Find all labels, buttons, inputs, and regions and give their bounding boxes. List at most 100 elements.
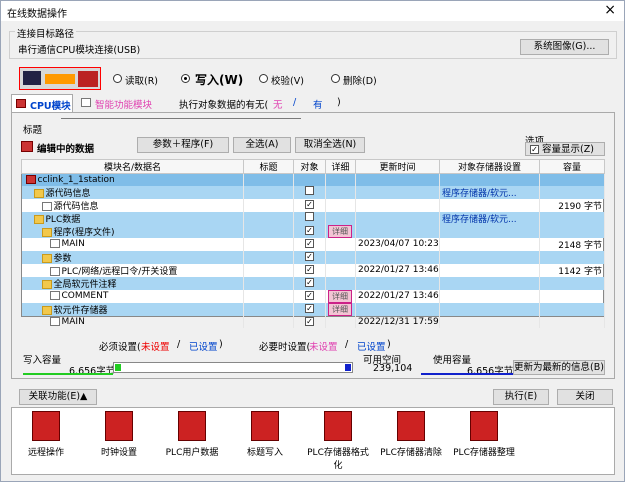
update-info-button[interactable]: 更新为最新的信息(B)	[513, 360, 605, 375]
verify-label: 校验(V)	[271, 76, 304, 87]
table-row[interactable]: PLC/网络/远程口令/开关设置 ✓ 2022/01/27 13:46:22 1142…	[21, 263, 605, 277]
table-row[interactable]: 参数 ✓	[21, 250, 605, 264]
row-target-cell	[293, 211, 326, 225]
row-size	[539, 185, 605, 199]
table-row[interactable]: MAIN ✓ 2023/04/07 10:23:14 2148 字节	[21, 237, 605, 251]
row-target-cell: ✓	[293, 315, 326, 328]
row-name-cell: PLC/网络/远程口令/开关设置	[21, 263, 244, 277]
row-size	[539, 289, 605, 303]
tab-cpu[interactable]: CPU模块	[11, 94, 73, 112]
row-name-cell: COMMENT	[21, 289, 244, 303]
close-icon[interactable]: ×	[604, 2, 616, 18]
window-title: 在线数据操作	[7, 9, 67, 20]
row-target-cell: ✓	[293, 224, 326, 238]
row-time	[355, 224, 440, 238]
plc-tool-icon	[470, 411, 498, 441]
column-header[interactable]: 标题	[243, 159, 294, 174]
row-target-checkbox[interactable]: ✓	[305, 252, 314, 261]
row-target-checkbox[interactable]: ✓	[305, 316, 314, 326]
row-target-checkbox[interactable]: ✓	[305, 239, 314, 248]
tab-cpu-label: CPU模块	[30, 101, 71, 112]
row-target-checkbox[interactable]	[305, 212, 314, 221]
related-functions-button[interactable]: 关联功能(E)▲	[19, 389, 97, 405]
row-target-cell: ✓	[293, 276, 326, 290]
execute-button[interactable]: 执行(E)	[493, 389, 549, 405]
column-header[interactable]: 详细	[325, 159, 356, 174]
row-name: PLC数据	[45, 214, 81, 225]
table-row[interactable]: 源代码信息 程序存储器/软元...	[21, 185, 605, 199]
table-row[interactable]: 全局软元件注释 ✓	[21, 276, 605, 290]
row-storage[interactable]: 程序存储器/软元...	[439, 211, 540, 225]
tool-item[interactable]: PLC用户数据	[157, 411, 227, 458]
close-button[interactable]: 关闭	[557, 389, 613, 405]
table-row[interactable]: 源代码信息 ✓ 2190 字节	[21, 198, 605, 212]
row-size	[539, 211, 605, 225]
params-program-button[interactable]: 参数＋程序(F)	[137, 137, 229, 153]
capacity-display-checkbox[interactable]: ✓	[530, 145, 539, 154]
row-time: 2022/01/27 13:46:22	[355, 263, 440, 277]
row-detail-button[interactable]: 详细	[328, 289, 352, 303]
plc-tool-icon	[251, 411, 279, 441]
capacity-display-toggle[interactable]: ✓ 容量显示(Z)	[525, 142, 605, 156]
row-size: 2190 字节	[539, 198, 605, 212]
column-header[interactable]: 更新时间	[355, 159, 440, 174]
row-target-checkbox[interactable]: ✓	[305, 200, 314, 209]
table-row[interactable]: MAIN ✓ 2022/12/31 17:59:54	[21, 315, 605, 328]
row-detail-button[interactable]: 详细	[328, 302, 352, 316]
row-target-checkbox[interactable]: ✓	[305, 304, 314, 313]
title-input[interactable]	[61, 118, 301, 132]
system-image-button[interactable]: 系统图像(G)...	[520, 39, 609, 55]
row-size	[539, 302, 605, 316]
row-time	[355, 185, 440, 199]
table-row[interactable]: COMMENT ✓ 详细2022/01/27 13:46:22	[21, 289, 605, 303]
delete-radio[interactable]	[331, 74, 340, 83]
row-name-cell: MAIN	[21, 237, 244, 251]
row-target-checkbox[interactable]: ✓	[305, 265, 314, 274]
row-storage[interactable]: 程序存储器/软元...	[439, 185, 540, 199]
exec-no: 无	[273, 100, 283, 111]
used-capacity-label: 使用容量	[433, 355, 472, 366]
required-not-set: 未设置	[141, 342, 170, 353]
column-header[interactable]: 模块名/数据名	[21, 159, 244, 174]
tab-smart[interactable]: 智能功能模块	[77, 95, 167, 111]
exec-yes: 有	[313, 100, 323, 111]
column-header[interactable]: 容量	[539, 159, 605, 174]
row-title-cell	[243, 302, 294, 316]
tool-item[interactable]: PLC存储器格式化	[303, 411, 373, 471]
row-detail-button[interactable]: 详细	[328, 224, 352, 238]
select-all-button[interactable]: 全选(A)	[233, 137, 291, 153]
row-name: PLC/网络/远程口令/开关设置	[61, 266, 178, 277]
tool-item[interactable]: PLC存储器整理	[449, 411, 519, 458]
row-name: 源代码信息	[45, 188, 91, 199]
table-row[interactable]: 程序(程序文件) ✓ 详细	[21, 224, 605, 238]
row-title-cell	[243, 198, 294, 212]
table-row[interactable]: cclink_1_1station	[21, 173, 605, 186]
row-target-checkbox[interactable]: ✓	[305, 226, 314, 235]
table-row[interactable]: 软元件存储器 ✓ 详细	[21, 302, 605, 316]
row-detail-cell	[325, 173, 356, 186]
write-radio[interactable]	[181, 74, 190, 83]
title-bar: 在线数据操作 ×	[1, 1, 624, 21]
tool-item[interactable]: 远程操作	[11, 411, 81, 458]
column-header[interactable]: 对象存储器设置	[439, 159, 540, 174]
file-icon	[49, 316, 60, 326]
row-target-checkbox[interactable]: ✓	[305, 291, 314, 300]
read-radio[interactable]	[113, 74, 122, 83]
row-target-checkbox[interactable]: ✓	[305, 278, 314, 287]
row-title-cell	[243, 263, 294, 277]
row-storage	[439, 237, 540, 251]
tool-item[interactable]: 标题写入	[230, 411, 300, 458]
verify-radio[interactable]	[259, 74, 268, 83]
deselect-all-button[interactable]: 取消全选(N)	[295, 137, 365, 153]
tool-item[interactable]: 时钟设置	[84, 411, 154, 458]
online-data-operation-window: 在线数据操作 × 连接目标路径 串行通信CPU模块连接(USB) 系统图像(G)…	[0, 0, 625, 482]
column-header[interactable]: 对象	[293, 159, 326, 174]
folder-icon	[41, 253, 52, 263]
tool-label: PLC存储器清除	[380, 448, 442, 458]
tool-item[interactable]: PLC存储器清除	[376, 411, 446, 458]
table-row[interactable]: PLC数据 程序存储器/软元...	[21, 211, 605, 225]
write-label: 写入(W)	[195, 73, 244, 87]
row-name-cell: PLC数据	[21, 211, 244, 225]
row-target-checkbox[interactable]	[305, 186, 314, 195]
row-title-cell	[243, 237, 294, 251]
